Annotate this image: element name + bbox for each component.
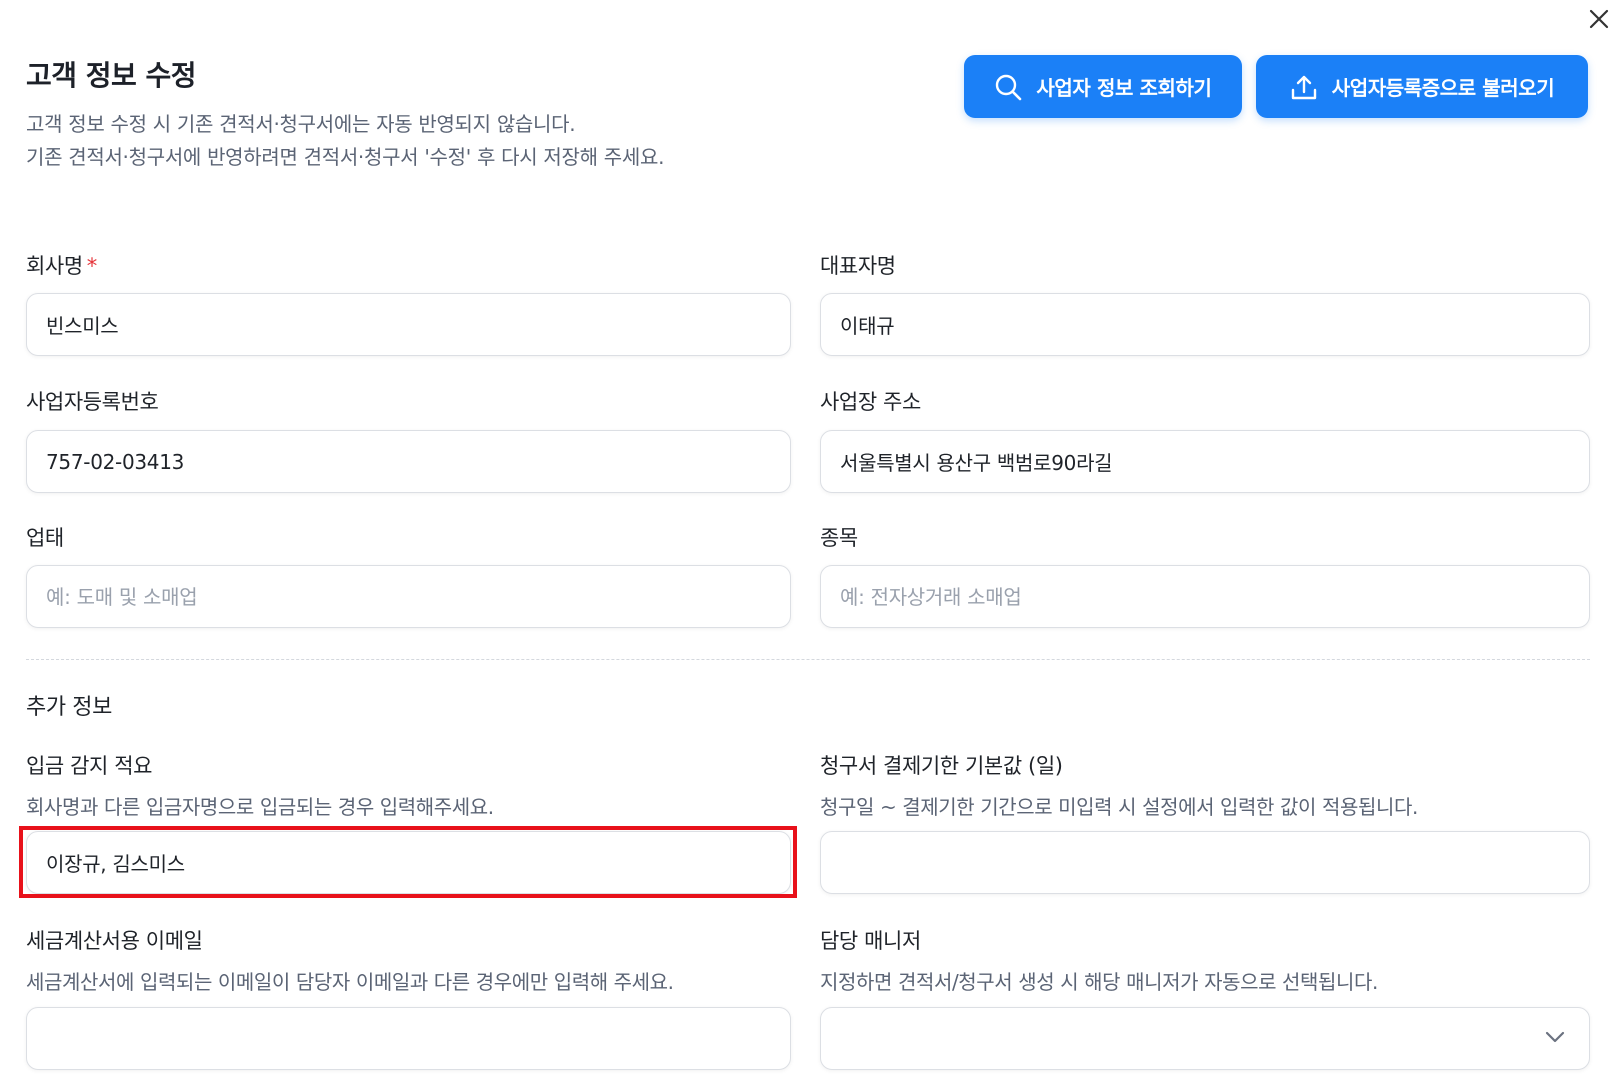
deposit-memo-label: 입금 감지 적요 xyxy=(26,754,153,778)
required-mark: * xyxy=(86,254,98,278)
import-registration-button[interactable]: 사업자등록증으로 불러오기 xyxy=(1256,55,1588,118)
business-item-field[interactable] xyxy=(820,565,1590,628)
deposit-memo-help: 회사명과 다른 입금자명으로 입금되는 경우 입력해주세요. xyxy=(26,795,494,819)
search-icon xyxy=(996,74,1022,100)
deposit-memo-field[interactable] xyxy=(26,831,791,894)
close-icon xyxy=(1589,9,1609,29)
business-item-label: 종목 xyxy=(820,526,858,550)
dialog-title: 고객 정보 수정 xyxy=(26,59,197,92)
manager-label: 담당 매니저 xyxy=(820,929,921,953)
business-number-input[interactable] xyxy=(27,431,790,492)
company-name-label: 회사명 * xyxy=(26,254,98,278)
business-address-field[interactable] xyxy=(820,430,1590,493)
business-address-input[interactable] xyxy=(821,431,1589,492)
upload-icon xyxy=(1291,75,1316,99)
payment-due-label: 청구서 결제기한 기본값 (일) xyxy=(820,754,1063,778)
payment-due-input[interactable] xyxy=(821,832,1589,893)
dialog-description-line1: 고객 정보 수정 시 기존 견적서·청구서에는 자동 반영되지 않습니다. xyxy=(26,112,576,136)
business-type-field[interactable] xyxy=(26,565,791,628)
tax-invoice-email-field[interactable] xyxy=(26,1007,791,1070)
representative-field[interactable] xyxy=(820,293,1590,356)
representative-label: 대표자명 xyxy=(820,254,896,278)
tax-invoice-email-label: 세금계산서용 이메일 xyxy=(26,929,203,953)
tax-invoice-email-input[interactable] xyxy=(27,1008,790,1069)
business-type-input[interactable] xyxy=(27,566,790,627)
business-number-label: 사업자등록번호 xyxy=(26,390,159,414)
additional-info-title: 추가 정보 xyxy=(26,695,112,720)
payment-due-help: 청구일 ~ 결제기한 기간으로 미입력 시 설정에서 입력한 값이 적용됩니다. xyxy=(820,795,1418,819)
manager-help: 지정하면 견적서/청구서 생성 시 해당 매니저가 자동으로 선택됩니다. xyxy=(820,970,1378,994)
business-type-label: 업태 xyxy=(26,526,64,550)
payment-due-field[interactable] xyxy=(820,831,1590,894)
representative-input[interactable] xyxy=(821,294,1589,355)
company-name-field[interactable] xyxy=(26,293,791,356)
deposit-memo-input[interactable] xyxy=(27,832,790,893)
chevron-down-icon xyxy=(1545,1031,1565,1043)
business-address-label: 사업장 주소 xyxy=(820,390,921,414)
business-lookup-button[interactable]: 사업자 정보 조회하기 xyxy=(964,55,1242,118)
business-lookup-label: 사업자 정보 조회하기 xyxy=(1036,76,1212,100)
tax-invoice-email-help: 세금계산서에 입력되는 이메일이 담당자 이메일과 다른 경우에만 입력해 주세… xyxy=(26,970,674,994)
close-button[interactable] xyxy=(1585,5,1613,33)
import-registration-label: 사업자등록증으로 불러오기 xyxy=(1331,76,1555,100)
business-number-field[interactable] xyxy=(26,430,791,493)
section-divider xyxy=(26,659,1590,660)
dialog-description-line2: 기존 견적서·청구서에 반영하려면 견적서·청구서 '수정' 후 다시 저장해 … xyxy=(26,145,665,169)
business-item-input[interactable] xyxy=(821,566,1589,627)
company-name-input[interactable] xyxy=(27,294,790,355)
manager-select[interactable] xyxy=(820,1007,1590,1070)
